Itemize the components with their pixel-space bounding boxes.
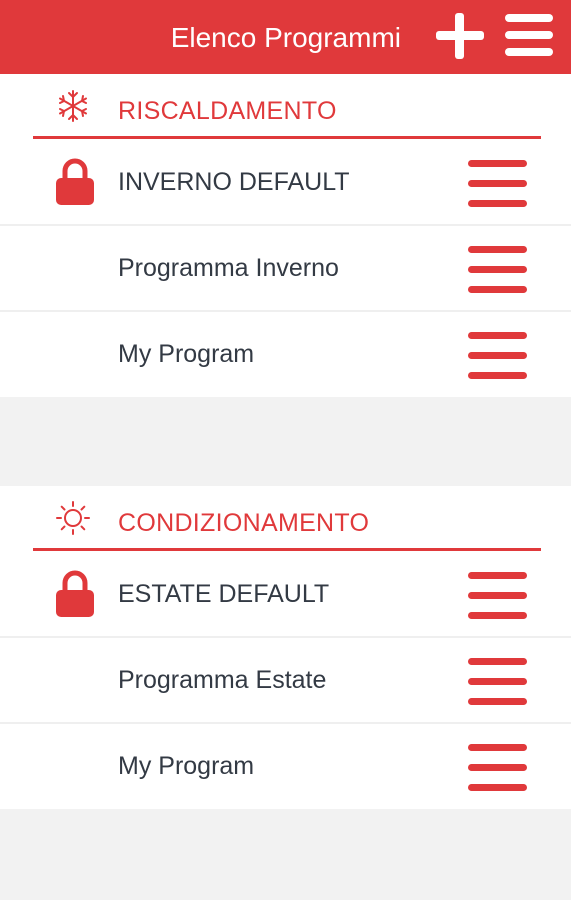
drag-handle-icon[interactable] (468, 160, 527, 208)
section-header: CONDIZIONAMENTO (0, 486, 571, 551)
program-label: My Program (118, 752, 255, 780)
section-riscaldamento: RISCALDAMENTO INVERNO DEFAULT Programma … (0, 74, 571, 397)
program-row[interactable]: My Program (0, 724, 571, 810)
app-bar: Elenco Programmi (0, 0, 571, 74)
program-row[interactable]: Programma Estate (0, 638, 571, 724)
hamburger-line (505, 31, 553, 39)
drag-handle-icon[interactable] (468, 572, 527, 620)
page-title: Elenco Programmi (170, 22, 401, 53)
drag-handle-icon[interactable] (468, 332, 527, 380)
menu-button[interactable] (505, 14, 553, 56)
program-row[interactable]: ESTATE DEFAULT (0, 552, 571, 638)
section-title: RISCALDAMENTO (118, 97, 337, 125)
snowflake-icon (59, 90, 87, 122)
section-condizionamento: CONDIZIONAMENTO ESTATE DEFAULT Programma… (0, 486, 571, 809)
drag-handle-icon[interactable] (468, 246, 527, 294)
section-title: CONDIZIONAMENTO (118, 509, 370, 537)
hamburger-line (505, 14, 553, 22)
drag-handle-icon[interactable] (468, 744, 527, 792)
program-row[interactable]: INVERNO DEFAULT (0, 140, 571, 226)
lock-icon (56, 158, 94, 205)
program-label: Programma Inverno (118, 254, 339, 282)
program-label: INVERNO DEFAULT (118, 168, 350, 196)
add-program-button[interactable] (436, 13, 484, 59)
drag-handle-icon[interactable] (468, 658, 527, 706)
hamburger-line (505, 48, 553, 56)
sun-icon (56, 501, 90, 535)
lock-icon (56, 570, 94, 617)
program-label: ESTATE DEFAULT (118, 580, 330, 608)
program-label: Programma Estate (118, 666, 327, 694)
program-row[interactable]: My Program (0, 312, 571, 398)
section-divider (33, 548, 541, 551)
program-row[interactable]: Programma Inverno (0, 226, 571, 312)
program-label: My Program (118, 340, 255, 368)
section-divider (33, 136, 541, 139)
section-header: RISCALDAMENTO (0, 74, 571, 139)
